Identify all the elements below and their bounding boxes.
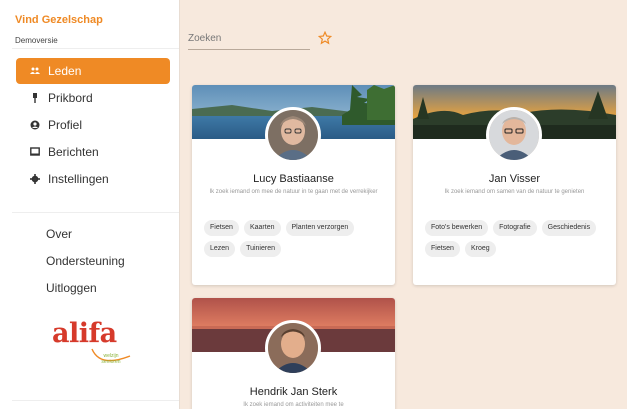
member-name: Lucy Bastiaanse — [253, 173, 334, 185]
sidebar-item-profiel[interactable]: Profiel — [16, 112, 170, 138]
tag[interactable]: Geschiedenis — [541, 220, 597, 236]
message-icon — [28, 147, 42, 157]
app-title: Vind Gezelschap — [15, 14, 103, 26]
alifa-logo: alifa welzijn senioren — [52, 318, 142, 378]
group-icon — [28, 67, 42, 75]
member-card[interactable]: Jan Visser Ik zoek iemand om samen van d… — [413, 85, 616, 285]
tag[interactable]: Kaarten — [243, 220, 281, 236]
search-input[interactable] — [188, 28, 310, 49]
star-icon[interactable] — [318, 31, 332, 45]
app-subtitle: Demoversie — [15, 36, 58, 45]
avatar — [265, 320, 321, 376]
tag[interactable]: Fietsen — [204, 220, 239, 236]
sidebar-item-label: Prikbord — [48, 91, 93, 105]
tag[interactable]: Tuinieren — [240, 241, 282, 257]
divider — [12, 48, 179, 49]
link-ondersteuning[interactable]: Ondersteuning — [46, 254, 125, 268]
tag[interactable]: Planten verzorgen — [285, 220, 355, 236]
tag[interactable]: Lezen — [204, 241, 236, 257]
logo-tagline: welzijn senioren — [101, 353, 121, 365]
sidebar-item-label: Leden — [48, 64, 82, 78]
sidebar-item-instellingen[interactable]: Instellingen — [16, 166, 170, 192]
tag[interactable]: Kroeg — [464, 241, 496, 257]
sidebar-item-berichten[interactable]: Berichten — [16, 139, 170, 165]
search-field[interactable] — [188, 28, 310, 50]
sidebar-item-label: Instellingen — [48, 172, 109, 186]
member-card[interactable]: Lucy Bastiaanse Ik zoek iemand om mee de… — [192, 85, 395, 285]
gear-icon — [28, 174, 42, 184]
member-description: Ik zoek iemand om samen van de natuur te… — [444, 189, 585, 195]
sidebar-item-prikbord[interactable]: Prikbord — [16, 85, 170, 111]
logo-text: alifa — [52, 318, 117, 349]
member-card[interactable]: Hendrik Jan Sterk Ik zoek iemand om acti… — [192, 298, 395, 409]
sidebar-item-label: Profiel — [48, 118, 83, 132]
member-name: Hendrik Jan Sterk — [249, 386, 338, 398]
tag[interactable]: Fotografie — [493, 220, 537, 236]
link-uitloggen[interactable]: Uitloggen — [46, 281, 97, 295]
sidebar: Vind Gezelschap Demoversie Leden Prikbor… — [0, 0, 180, 409]
avatar — [486, 107, 542, 163]
tag-list: Foto's bewerken Fotografie Geschiedenis … — [425, 220, 609, 257]
member-description: Ik zoek iemand om mee de natuur in te ga… — [209, 189, 378, 195]
tag[interactable]: Fietsen — [425, 241, 460, 257]
profile-icon — [28, 120, 42, 130]
sidebar-item-leden[interactable]: Leden — [16, 58, 170, 84]
pin-icon — [28, 93, 42, 103]
avatar — [265, 107, 321, 163]
tag-list: Fietsen Kaarten Planten verzorgen Lezen … — [204, 220, 388, 257]
sidebar-item-label: Berichten — [48, 145, 99, 159]
link-over[interactable]: Over — [46, 227, 72, 241]
tag[interactable]: Foto's bewerken — [425, 220, 489, 236]
member-name: Jan Visser — [488, 173, 541, 185]
member-description: Ik zoek iemand om activiteiten mee te — [243, 402, 344, 408]
divider — [12, 400, 179, 401]
divider — [12, 212, 179, 213]
